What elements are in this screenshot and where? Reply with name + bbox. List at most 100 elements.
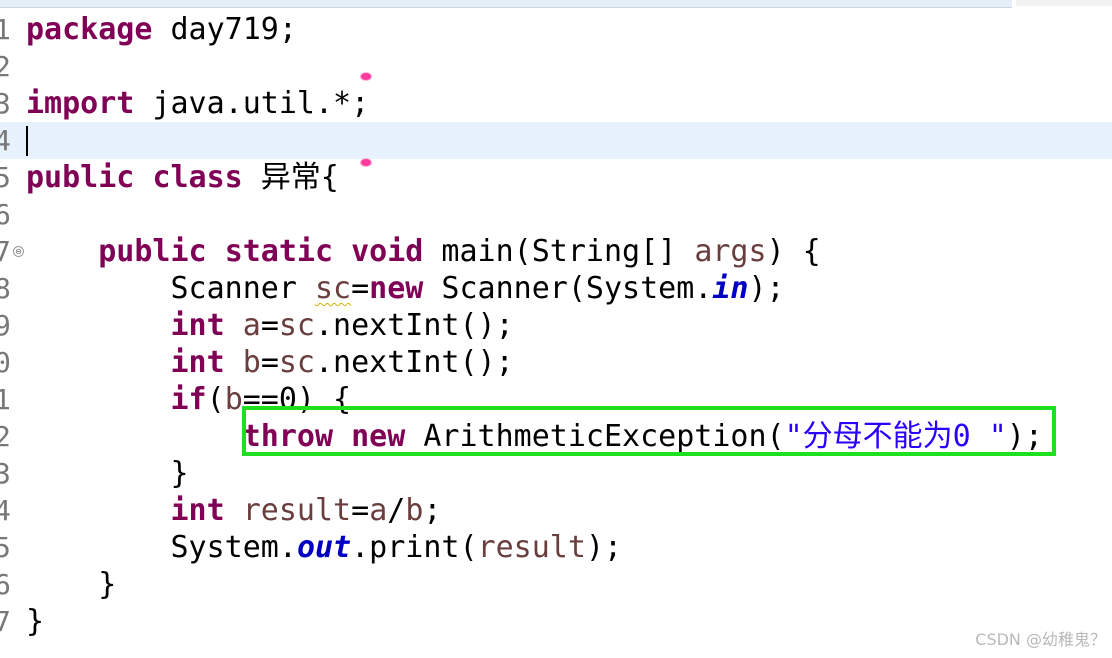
line-number[interactable]: 0 bbox=[0, 344, 18, 381]
line-number[interactable]: 8 bbox=[0, 270, 18, 307]
editor-top-strip bbox=[0, 0, 1012, 8]
code-token: } bbox=[26, 456, 189, 491]
annotation-marker-icon[interactable] bbox=[361, 73, 371, 80]
highlight-box bbox=[242, 406, 1056, 456]
code-token: args bbox=[694, 234, 767, 269]
line-number[interactable]: 5 bbox=[0, 159, 18, 196]
code-token: = bbox=[260, 308, 279, 343]
code-token: in bbox=[712, 271, 749, 306]
code-token: } bbox=[26, 567, 117, 602]
code-text[interactable]: public class 异常{ bbox=[26, 159, 339, 196]
code-line[interactable]: 3 import java.util.*; bbox=[0, 85, 1112, 122]
code-line[interactable]: 1 package day719; bbox=[0, 11, 1112, 48]
code-token: 异常{ bbox=[242, 160, 339, 195]
code-token: } bbox=[26, 604, 45, 639]
code-text[interactable]: } bbox=[26, 603, 44, 640]
code-token: sc bbox=[314, 271, 352, 306]
line-number[interactable]: 2 bbox=[0, 418, 18, 455]
code-token: sc bbox=[278, 308, 315, 343]
line-number[interactable]: 1 bbox=[0, 381, 18, 418]
code-line[interactable]: 3 } bbox=[0, 455, 1112, 492]
line-number[interactable]: 9 bbox=[0, 307, 18, 344]
watermark: CSDN @幼稚鬼？ bbox=[975, 630, 1106, 649]
code-line[interactable]: 8 Scanner sc=new Scanner(System.in); bbox=[0, 270, 1112, 307]
code-token: Scanner(System. bbox=[423, 271, 713, 306]
code-token: if bbox=[170, 382, 207, 417]
code-token: public bbox=[26, 160, 135, 195]
fold-collapse-icon[interactable]: ⊖ bbox=[13, 246, 24, 257]
code-line[interactable]: 0 int b=sc.nextInt(); bbox=[0, 344, 1112, 381]
text-cursor-icon bbox=[26, 126, 28, 156]
code-editor[interactable]: 1 package day719; 2 3 import java.util.*; 4 5 p… bbox=[0, 0, 1112, 658]
code-text[interactable]: Scanner sc=new Scanner(System.in); bbox=[26, 270, 784, 307]
code-token: .nextInt(); bbox=[315, 345, 514, 380]
code-text[interactable]: int b=sc.nextInt(); bbox=[26, 344, 514, 381]
line-number[interactable]: 6 bbox=[0, 566, 18, 603]
code-token: void bbox=[351, 234, 424, 269]
code-text[interactable]: package day719; bbox=[26, 11, 297, 48]
code-text[interactable]: } bbox=[26, 566, 116, 603]
code-token: int bbox=[170, 493, 225, 528]
code-token: a bbox=[242, 308, 261, 343]
code-token: System. bbox=[26, 530, 297, 565]
code-token: import bbox=[26, 86, 135, 121]
line-number[interactable]: 3 bbox=[0, 85, 18, 122]
code-token: .print( bbox=[351, 530, 478, 565]
code-token: / bbox=[387, 493, 406, 528]
code-line[interactable]: 7} bbox=[0, 603, 1112, 640]
line-number[interactable]: 5 bbox=[0, 529, 18, 566]
line-number[interactable]: 1 bbox=[0, 11, 18, 48]
code-token: = bbox=[260, 345, 279, 380]
code-token: java.util.*; bbox=[134, 86, 370, 121]
code-line[interactable]: 2 bbox=[0, 48, 1112, 85]
code-line[interactable]: 5 public class 异常{ bbox=[0, 159, 1112, 196]
line-number[interactable]: 7 bbox=[0, 603, 18, 640]
line-number[interactable]: 4 bbox=[0, 122, 18, 159]
code-token: ( bbox=[206, 382, 225, 417]
code-line[interactable]: 7 ⊖ public static void main(String[] args… bbox=[0, 233, 1112, 270]
code-text[interactable]: public static void main(String[] args) { bbox=[26, 233, 821, 270]
code-token: b bbox=[224, 382, 243, 417]
code-line[interactable]: 6 } bbox=[0, 566, 1112, 603]
code-token: package bbox=[26, 12, 153, 47]
code-token: class bbox=[152, 160, 243, 195]
code-token: a bbox=[369, 493, 388, 528]
editor-top-strip-right bbox=[1016, 0, 1112, 6]
code-line[interactable]: 6 bbox=[0, 196, 1112, 233]
code-token: sc bbox=[278, 345, 315, 380]
code-text[interactable]: import java.util.*; bbox=[26, 85, 369, 122]
annotation-marker-icon[interactable] bbox=[361, 159, 371, 166]
code-text[interactable]: System.out.print(result); bbox=[26, 529, 622, 566]
code-line[interactable]: 4 bbox=[0, 122, 1112, 159]
code-line[interactable]: 9 int a=sc.nextInt(); bbox=[0, 307, 1112, 344]
code-token: Scanner bbox=[26, 271, 315, 306]
code-token: = bbox=[351, 493, 370, 528]
code-token: static bbox=[224, 234, 334, 269]
code-text[interactable]: int a=sc.nextInt(); bbox=[26, 307, 514, 344]
code-line[interactable]: 4 int result=a/b; bbox=[0, 492, 1112, 529]
line-number[interactable]: 3 bbox=[0, 455, 18, 492]
code-token: b bbox=[242, 345, 261, 380]
line-number[interactable]: 2 bbox=[0, 48, 18, 85]
code-token: public bbox=[98, 234, 207, 269]
code-token: ); bbox=[585, 530, 623, 565]
code-token: new bbox=[369, 271, 424, 306]
code-line[interactable]: 5 System.out.print(result); bbox=[0, 529, 1112, 566]
code-token: out bbox=[296, 530, 352, 565]
code-token: int bbox=[170, 308, 225, 343]
code-text[interactable]: int result=a/b; bbox=[26, 492, 442, 529]
line-number[interactable]: 4 bbox=[0, 492, 18, 529]
code-text[interactable]: } bbox=[26, 455, 189, 492]
code-token: b bbox=[405, 493, 424, 528]
code-token: main(String[] bbox=[423, 234, 695, 269]
line-number[interactable]: 6 bbox=[0, 196, 18, 233]
